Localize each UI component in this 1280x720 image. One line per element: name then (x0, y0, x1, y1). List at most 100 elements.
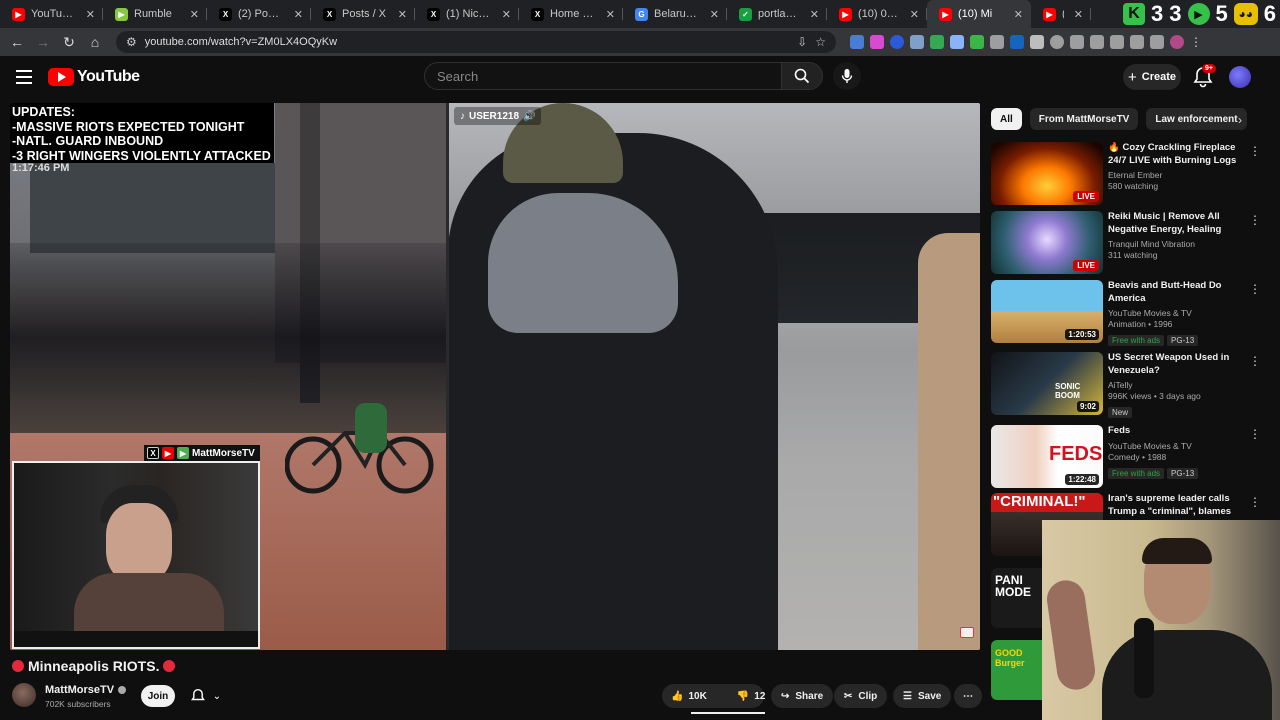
extension-icon[interactable] (950, 35, 964, 49)
extension-icon[interactable] (910, 35, 924, 49)
save-button[interactable]: ☰ Save (893, 684, 952, 708)
extension-icon[interactable] (870, 35, 884, 49)
video-channel-name[interactable]: Eternal Ember (1108, 170, 1243, 181)
extension-icon[interactable] (970, 35, 984, 49)
extension-icon[interactable] (1010, 35, 1024, 49)
hamburger-menu-icon[interactable] (16, 70, 32, 84)
video-thumbnail[interactable]: GOOD Burger (991, 640, 1043, 700)
video-thumbnail[interactable]: LIVE (991, 142, 1103, 205)
puzzle-icon[interactable] (1030, 35, 1044, 49)
video-title[interactable]: 🔥 Cozy Crackling Fireplace 24/7 LIVE wit… (1108, 142, 1243, 167)
recommended-video[interactable]: SONIC BOOM 9:02 US Secret Weapon Used in V… (991, 352, 1271, 418)
video-thumbnail[interactable]: FEDS 1:22:48 (991, 425, 1103, 488)
browser-tab[interactable]: X (1) Nicholas J. F ✕ (415, 0, 519, 28)
browser-tab[interactable]: ✓ portlandandy ✕ (727, 0, 827, 28)
more-options-icon[interactable]: ⋮ (1249, 354, 1261, 368)
browser-tab[interactable]: ▶ YouTube Music ✕ (0, 0, 103, 28)
extension-icon[interactable] (850, 35, 864, 49)
home-icon[interactable]: ⌂ (84, 31, 106, 53)
search-input[interactable]: Search (424, 62, 782, 90)
extension-icon[interactable] (1070, 35, 1084, 49)
clip-button[interactable]: ✂ Clip (834, 684, 888, 708)
history-icon[interactable] (1050, 35, 1064, 49)
tab-close-icon[interactable]: ✕ (502, 8, 511, 21)
tab-close-icon[interactable]: ✕ (86, 8, 95, 21)
like-button[interactable]: 👍 10K (662, 684, 716, 708)
youtube-logo[interactable]: YouTube (48, 68, 140, 86)
more-options-icon[interactable]: ⋮ (1249, 144, 1261, 158)
extension-icon[interactable] (890, 35, 904, 49)
tab-close-icon[interactable]: ✕ (710, 8, 719, 21)
tab-close-icon[interactable]: ✕ (294, 8, 303, 21)
tab-close-icon[interactable]: ✕ (190, 8, 199, 21)
tab-close-icon[interactable]: ✕ (810, 8, 819, 21)
video-title[interactable]: Iran's supreme leader calls Trump a "cri… (1108, 493, 1243, 518)
browser-tab[interactable]: X (2) Posts / X ✕ (207, 0, 311, 28)
recommended-video[interactable]: LIVE 🔥 Cozy Crackling Fireplace 24/7 LIVE… (991, 142, 1271, 206)
reload-icon[interactable]: ↻ (58, 31, 80, 53)
site-info-icon[interactable]: ⚙ (126, 35, 137, 49)
browser-tab[interactable]: X Posts / X ✕ (311, 0, 415, 28)
channel-name[interactable]: MattMorseTV (45, 684, 127, 696)
sidebar-icon[interactable] (1110, 35, 1124, 49)
tab-close-icon[interactable]: ✕ (1014, 8, 1023, 21)
video-title[interactable]: US Secret Weapon Used in Venezuela? (1108, 352, 1243, 377)
subscription-bell-button[interactable]: ⌄ (183, 685, 229, 707)
install-icon[interactable]: ⇩ (797, 35, 807, 49)
account-avatar[interactable] (1229, 66, 1251, 88)
search-button[interactable] (781, 62, 823, 90)
channel-avatar[interactable] (12, 683, 36, 707)
devtools-icon[interactable] (1090, 35, 1104, 49)
bookmark-star-icon[interactable]: ☆ (815, 35, 826, 49)
extension-icon[interactable] (990, 35, 1004, 49)
video-title[interactable]: Beavis and Butt-Head Do America (1108, 280, 1243, 305)
browser-tab[interactable]: ▶ Rumble ✕ (103, 0, 207, 28)
more-options-icon[interactable]: ⋮ (1249, 213, 1261, 227)
chip-all[interactable]: All (991, 108, 1022, 130)
join-button[interactable]: Join (141, 685, 175, 707)
browser-tab[interactable]: ▶ (10) Mi ✕ (927, 0, 1031, 28)
extension-icon[interactable] (930, 35, 944, 49)
forward-icon[interactable]: → (32, 31, 54, 53)
more-actions-button[interactable]: ⋯ (954, 684, 982, 708)
tab-close-icon[interactable]: ✕ (398, 8, 407, 21)
video-thumbnail[interactable]: SONIC BOOM 9:02 (991, 352, 1103, 415)
voice-search-button[interactable] (833, 62, 861, 90)
address-bar[interactable]: ⚙ youtube.com/watch?v=ZM0LX4OQyKw ⇩ ☆ (116, 31, 836, 53)
video-channel-name[interactable]: Tranquil Mind Vibration (1108, 239, 1243, 250)
dislike-button[interactable]: 👎 12 (728, 684, 775, 708)
recommended-video[interactable]: FEDS 1:22:48 Feds YouTube Movies & TV Comedy… (991, 425, 1271, 489)
chevron-right-icon[interactable]: › (1238, 113, 1242, 127)
tab-close-icon[interactable]: ✕ (1074, 8, 1083, 21)
chip-from-channel[interactable]: From MattMorseTV (1029, 108, 1139, 130)
recommended-video[interactable]: 1:20:53 Beavis and Butt-Head Do America Yo… (991, 280, 1271, 346)
video-channel-name[interactable]: AiTelly (1108, 380, 1243, 391)
recommended-video[interactable]: LIVE Reiki Music | Remove All Negative En… (991, 211, 1271, 275)
tab-search-icon[interactable] (1130, 35, 1144, 49)
kebab-icon[interactable]: ⋮ (1190, 35, 1202, 49)
browser-tab[interactable]: ▶ (6) Subsc ✕ (1031, 0, 1091, 28)
more-options-icon[interactable]: ⋮ (1249, 495, 1261, 509)
chip-law-enforcement[interactable]: Law enforcement (1146, 108, 1247, 130)
video-title[interactable]: Feds (1108, 425, 1243, 438)
host-webcam-feed (12, 461, 260, 649)
create-button[interactable]: + Create (1123, 64, 1181, 90)
tab-close-icon[interactable]: ✕ (606, 8, 615, 21)
video-channel-name[interactable]: YouTube Movies & TV (1108, 308, 1243, 319)
menu-icon[interactable] (1150, 35, 1164, 49)
video-thumbnail[interactable]: 1:20:53 (991, 280, 1103, 343)
share-button[interactable]: ↪ Share (771, 684, 834, 708)
video-channel-name[interactable]: YouTube Movies & TV (1108, 441, 1243, 452)
video-thumbnail[interactable]: PANI MODE (991, 568, 1043, 628)
browser-tab[interactable]: ▶ (10) 01/17/26 ✕ (827, 0, 927, 28)
tab-close-icon[interactable]: ✕ (910, 8, 919, 21)
more-options-icon[interactable]: ⋮ (1249, 427, 1261, 441)
video-player[interactable]: UPDATES: -MASSIVE RIOTS EXPECTED TONIGHT… (10, 103, 980, 650)
profile-icon[interactable] (1170, 35, 1184, 49)
more-options-icon[interactable]: ⋮ (1249, 282, 1261, 296)
video-thumbnail[interactable]: LIVE (991, 211, 1103, 274)
browser-tab[interactable]: X Home / X ✕ (519, 0, 623, 28)
browser-tab[interactable]: G Belarus migran ✕ (623, 0, 727, 28)
back-icon[interactable]: ← (6, 31, 28, 53)
video-title[interactable]: Reiki Music | Remove All Negative Energy… (1108, 211, 1243, 236)
